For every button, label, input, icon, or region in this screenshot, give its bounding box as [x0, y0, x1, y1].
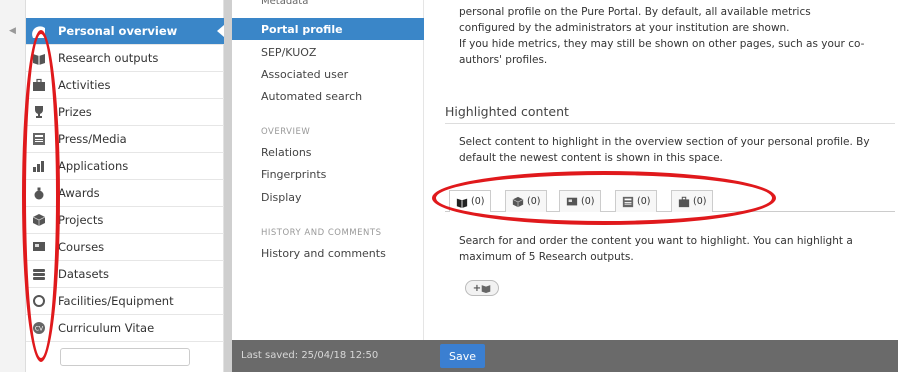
- tab-activities[interactable]: (0): [671, 190, 714, 212]
- user-icon: [32, 26, 45, 38]
- last-saved-text: Last saved: 25/04/18 12:50: [241, 350, 379, 361]
- cube-icon: [32, 214, 46, 226]
- main-content: personal profile on the Pure Portal. By …: [425, 0, 898, 340]
- highlighted-content-title: Highlighted content: [445, 104, 569, 119]
- nav-item-curriculum-vitae[interactable]: CV Curriculum Vitae: [26, 315, 224, 342]
- cv-icon: CV: [33, 322, 45, 334]
- mid-nav-section-history: HISTORY AND COMMENTS: [261, 228, 382, 238]
- search-description: Search for and order the content you wan…: [459, 233, 889, 265]
- mid-nav-item-sep-kuoz[interactable]: SEP/KUOZ: [232, 41, 424, 63]
- nav-item-press-media[interactable]: Press/Media: [26, 126, 224, 153]
- tab-count: (0): [471, 196, 485, 207]
- bottom-bar: Last saved: 25/04/18 12:50 Save: [232, 340, 898, 372]
- divider: [445, 123, 895, 124]
- trophy-icon: [35, 106, 43, 118]
- mid-nav-item-associated-user[interactable]: Associated user: [232, 63, 424, 85]
- add-research-output-button[interactable]: +: [465, 280, 499, 296]
- metrics-description: personal profile on the Pure Portal. By …: [459, 4, 889, 68]
- nav-item-courses[interactable]: Courses: [26, 234, 224, 261]
- nav-item-label: Courses: [58, 240, 105, 254]
- nav-item-label: Projects: [58, 213, 104, 227]
- panel-separator: [224, 0, 232, 372]
- svg-text:CV: CV: [35, 326, 44, 333]
- text-line: personal profile on the Pure Portal. By …: [459, 6, 811, 18]
- nav-item-datasets[interactable]: Datasets: [26, 261, 224, 288]
- nav-item-label: Research outputs: [58, 51, 159, 65]
- presentation-icon: [566, 197, 578, 205]
- nav-item-label: Curriculum Vitae: [58, 321, 155, 335]
- nav-item-personal-overview[interactable]: Personal overview: [26, 18, 224, 45]
- tab-research-outputs[interactable]: (0): [449, 190, 492, 212]
- left-nav-footer-field[interactable]: [60, 348, 190, 366]
- tab-projects[interactable]: (0): [505, 190, 548, 212]
- nav-item-label: Prizes: [58, 105, 92, 119]
- section-navigation: Metadata Portal profile SEP/KUOZ Associa…: [232, 0, 424, 340]
- money-bag-icon: [34, 187, 44, 200]
- mid-nav-item-metadata[interactable]: Metadata: [232, 0, 424, 8]
- add-label: +: [472, 282, 482, 294]
- save-button[interactable]: Save: [440, 344, 485, 368]
- text-line: maximum of 5 Research outputs.: [459, 251, 634, 263]
- book-icon: [456, 198, 468, 208]
- mid-nav-item-history-comments[interactable]: History and comments: [232, 242, 424, 264]
- book-icon: [33, 54, 45, 65]
- text-line: If you hide metrics, they may still be s…: [459, 38, 865, 50]
- collapse-strip[interactable]: ◀: [0, 0, 26, 372]
- text-line: default the newest content is shown in t…: [459, 152, 723, 164]
- left-navigation: Personal overview Research outputs Activ…: [26, 0, 224, 372]
- newspaper-icon: [33, 133, 45, 145]
- nav-item-research-outputs[interactable]: Research outputs: [26, 45, 224, 72]
- presentation-icon: [33, 242, 45, 251]
- tab-count: (0): [637, 196, 651, 207]
- text-line: Search for and order the content you wan…: [459, 235, 853, 247]
- text-line: Select content to highlight in the overv…: [459, 136, 870, 148]
- highlighted-content-description: Select content to highlight in the overv…: [459, 134, 889, 166]
- mid-nav-section-overview: OVERVIEW: [261, 127, 311, 137]
- text-line: configured by the administrators at your…: [459, 22, 790, 34]
- briefcase-icon: [678, 196, 690, 207]
- circle-icon: [33, 295, 45, 307]
- mid-nav-item-portal-profile[interactable]: Portal profile: [232, 18, 424, 40]
- cube-icon: [512, 196, 524, 207]
- chevron-left-icon[interactable]: ◀: [9, 26, 16, 36]
- nav-item-applications[interactable]: Applications: [26, 153, 224, 180]
- nav-item-label: Press/Media: [58, 132, 127, 146]
- nav-item-label: Facilities/Equipment: [58, 294, 174, 308]
- book-icon: [481, 285, 491, 293]
- bar-chart-icon: [33, 161, 44, 172]
- tab-count: (0): [527, 196, 541, 207]
- newspaper-icon: [622, 196, 634, 207]
- text-line: authors' profiles.: [459, 54, 548, 66]
- nav-item-activities[interactable]: Activities: [26, 72, 224, 99]
- nav-item-label: Activities: [58, 78, 111, 92]
- mid-nav-item-fingerprints[interactable]: Fingerprints: [232, 163, 424, 185]
- nav-item-label: Personal overview: [58, 24, 178, 38]
- mid-nav-item-relations[interactable]: Relations: [232, 141, 424, 163]
- nav-item-projects[interactable]: Projects: [26, 207, 224, 234]
- database-icon: [33, 269, 45, 280]
- nav-item-awards[interactable]: Awards: [26, 180, 224, 207]
- nav-item-facilities-equipment[interactable]: Facilities/Equipment: [26, 288, 224, 315]
- mid-nav-item-display[interactable]: Display: [232, 186, 424, 208]
- nav-item-prizes[interactable]: Prizes: [26, 99, 224, 126]
- mid-nav-item-automated-search[interactable]: Automated search: [232, 85, 424, 107]
- nav-item-label: Awards: [58, 186, 100, 200]
- nav-item-label: Datasets: [58, 267, 110, 281]
- tab-press-media[interactable]: (0): [615, 190, 658, 212]
- nav-item-label: Applications: [58, 159, 129, 173]
- tab-courses[interactable]: (0): [559, 190, 602, 212]
- tab-count: (0): [581, 196, 595, 207]
- briefcase-icon: [33, 78, 45, 91]
- tab-count: (0): [693, 196, 707, 207]
